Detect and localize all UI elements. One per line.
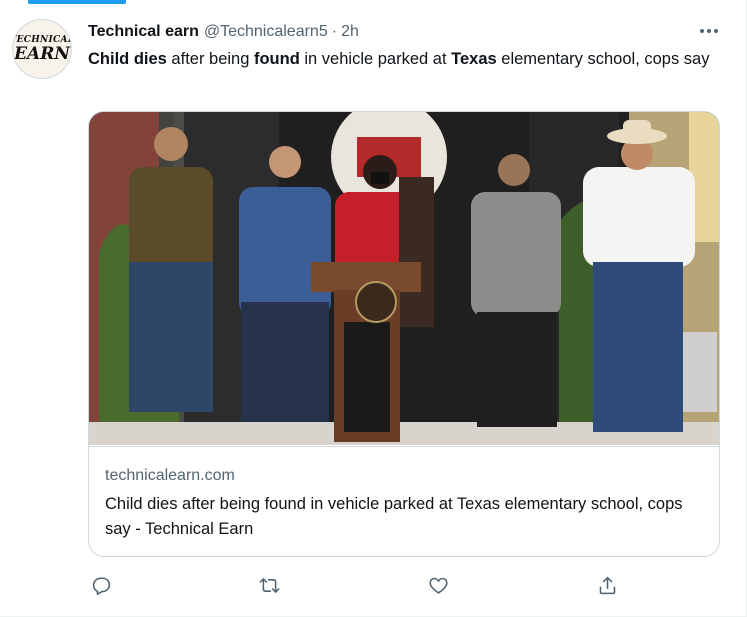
top-accent-bar: [28, 0, 126, 4]
like-icon: [428, 577, 448, 594]
tweet-text-bold: Child dies: [88, 50, 167, 68]
card-title: Child dies after being found in vehicle …: [105, 495, 683, 538]
reply-button[interactable]: [88, 572, 114, 598]
tweet-text-segment: elementary school, cops say: [496, 50, 710, 68]
tweet-text: Child dies after being found in vehicle …: [88, 47, 728, 72]
tweet-text-segment: after being: [166, 50, 254, 68]
separator-dot: ·: [331, 23, 338, 40]
card-domain: technicalearn.com: [105, 467, 235, 484]
share-button[interactable]: [594, 572, 620, 598]
retweet-icon: [259, 577, 279, 593]
tweet-text-segment: in vehicle parked at: [299, 50, 452, 68]
card-meta[interactable]: technicalearn.com Child dies after being…: [89, 446, 719, 556]
tweet-text-bold: found: [253, 50, 300, 68]
author-handle[interactable]: @Technicalearn5: [204, 23, 328, 41]
tweet-timestamp[interactable]: 2h: [341, 23, 359, 41]
retweet-button[interactable]: [256, 572, 282, 598]
share-icon: [599, 576, 615, 594]
tweet-header: Technical earn @Technicalearn5 · 2h: [88, 21, 359, 43]
more-icon: [700, 29, 718, 33]
avatar-text-bottom: EARN: [14, 43, 70, 64]
tweet-text-bold: Texas: [451, 50, 497, 68]
link-card[interactable]: technicalearn.com Child dies after being…: [88, 111, 720, 557]
tweet-actions: [88, 572, 728, 598]
like-button[interactable]: [425, 572, 451, 598]
reply-icon: [92, 576, 110, 595]
author-name[interactable]: Technical earn: [88, 23, 199, 41]
avatar[interactable]: TECHNICAL EARN: [12, 19, 72, 79]
card-image[interactable]: [89, 112, 720, 445]
more-options-button[interactable]: [694, 18, 724, 44]
